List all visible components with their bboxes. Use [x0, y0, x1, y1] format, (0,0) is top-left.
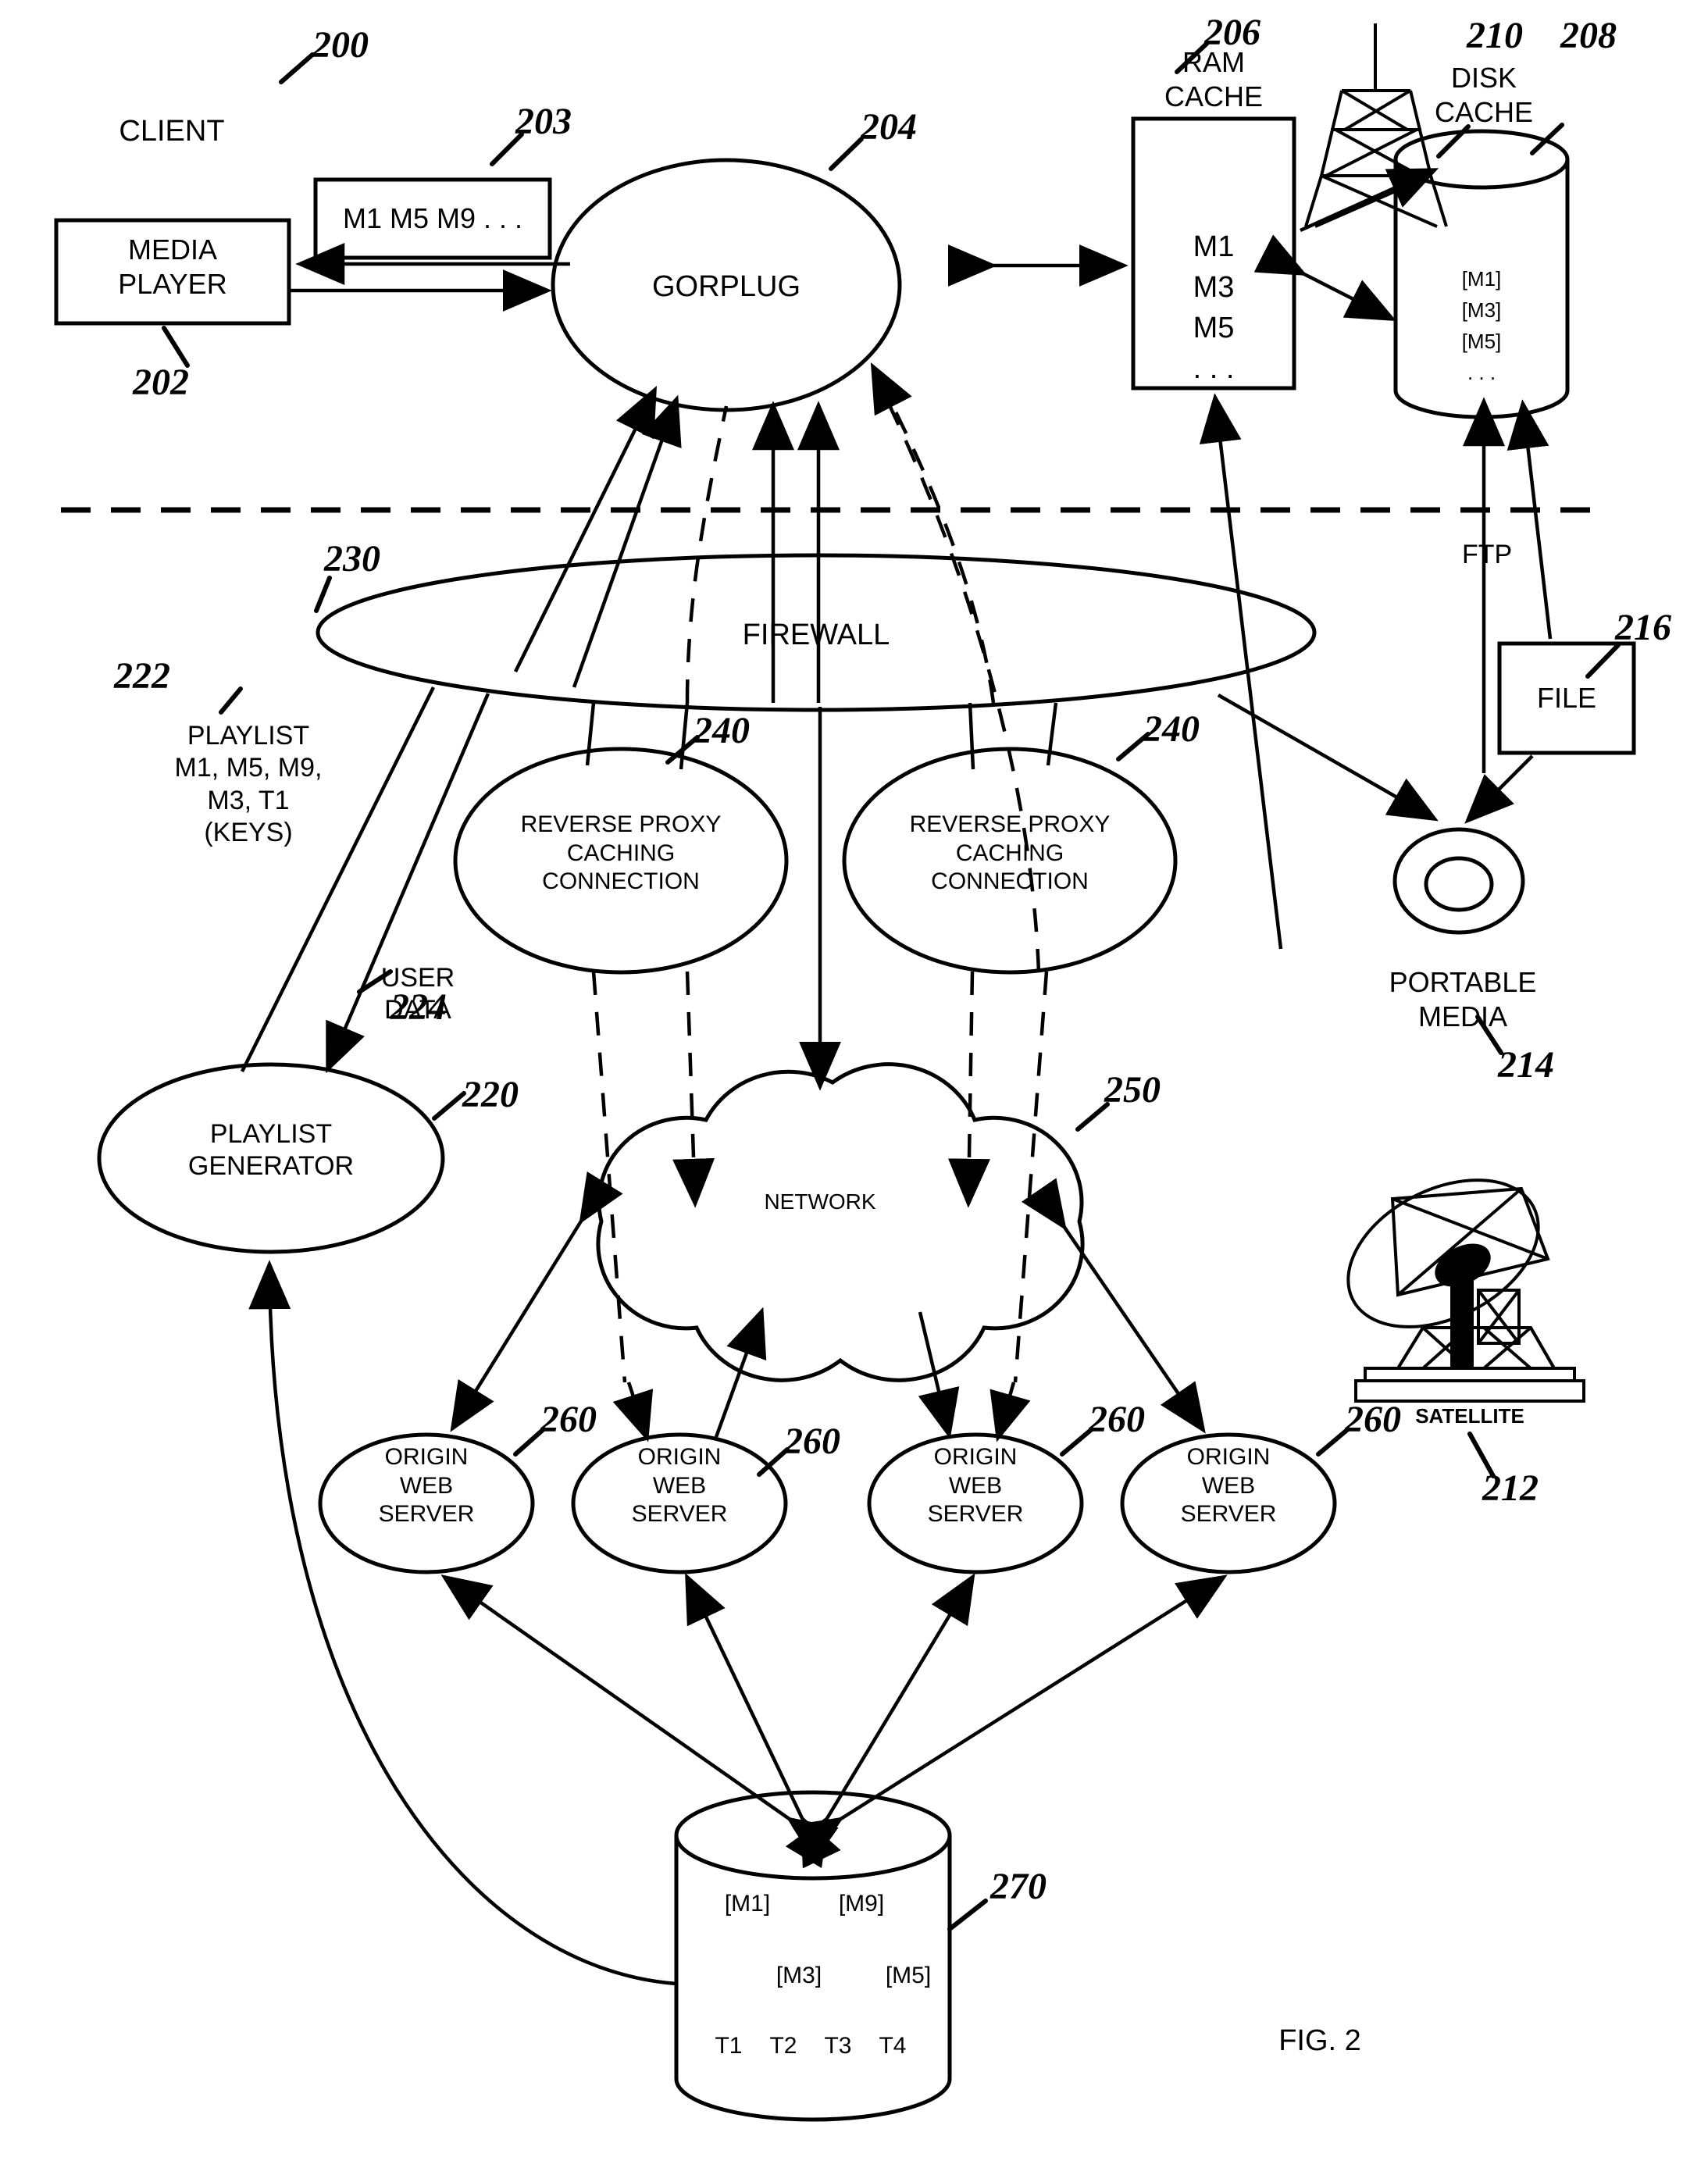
ram-cache-title: RAM CACHE [1164, 46, 1264, 112]
gorplug-label: GORPLUG [651, 270, 801, 303]
dashed-rp1-left [591, 971, 627, 1383]
leader-270 [947, 1899, 988, 1931]
arrow-db-to-playlistgenerator [248, 1260, 677, 1986]
media-player-label: MEDIA PLAYER [118, 234, 227, 300]
ram-cache-item-0: M1 [1193, 230, 1235, 263]
arrow-file-to-portablemedia [1464, 754, 1534, 824]
leader-202 [162, 326, 190, 368]
disk-cache-item-3: . . . [1467, 361, 1496, 384]
arrow-ramcache-diskcache [1253, 234, 1397, 322]
db-item-t2: T2 [769, 2033, 797, 2059]
refnum-260c: 260 [1089, 1399, 1145, 1440]
arrow-firewall-gorplug-1 [513, 385, 657, 672]
dashed-to-origin-3 [989, 1382, 1031, 1442]
figure-canvas: CLIENT 200 MEDIA PLAYER 202 M1 M5 M9 . .… [0, 0, 1708, 2168]
figure-caption: FIG. 2 [1278, 2024, 1361, 2057]
satellite-label: SATELLITE [1415, 1404, 1524, 1428]
ram-cache-item-2: M5 [1193, 312, 1235, 344]
line-firewall-rp2-b [1046, 702, 1058, 766]
origin-server-1-label: ORIGIN WEB SERVER [378, 1444, 475, 1528]
ram-cache-item-3: . . . [1193, 352, 1235, 385]
db-item-m3: [M3] [776, 1963, 822, 1988]
db-item-t1: T1 [715, 2033, 743, 2059]
db-item-m9: [M9] [838, 1891, 885, 1917]
arrow-firewall-to-portablemedia [1217, 694, 1439, 822]
refnum-214: 214 [1498, 1044, 1554, 1086]
ram-cache-item-1: M3 [1193, 271, 1235, 304]
portable-media-inner [1424, 856, 1494, 912]
leader-250 [1075, 1102, 1110, 1132]
origin-server-3-label: ORIGIN WEB SERVER [927, 1444, 1024, 1528]
refnum-204: 204 [861, 106, 917, 148]
database-top [674, 1790, 952, 1881]
network-label: NETWORK [764, 1189, 876, 1214]
network-cloud [596, 1062, 1085, 1382]
leader-220 [432, 1091, 466, 1121]
playlist-box-label: M1 M5 M9 . . . [342, 202, 523, 234]
db-item-t3: T3 [824, 2033, 852, 2059]
arrow-db-origin2 [685, 1572, 841, 1869]
line-firewall-rp1-a [585, 702, 596, 766]
refnum-206: 206 [1204, 12, 1260, 53]
refnum-212: 212 [1482, 1467, 1539, 1509]
refnum-220: 220 [462, 1074, 519, 1115]
diagram-vector-layer [54, 23, 1636, 2122]
refnum-240a: 240 [694, 710, 750, 751]
file-label: FILE [1536, 682, 1597, 714]
reverse-proxy-2-label: REVERSE PROXY CACHING CONNECTION [909, 811, 1111, 895]
refnum-260a: 260 [540, 1399, 597, 1440]
playlist-text: PLAYLIST M1, M5, M9, M3, T1 (KEYS) [174, 721, 323, 848]
origin-server-4-label: ORIGIN WEB SERVER [1180, 1444, 1277, 1528]
arrow-network-origin3 [918, 1311, 960, 1439]
reverse-proxy-1-label: REVERSE PROXY CACHING CONNECTION [520, 811, 722, 895]
firewall-label: FIREWALL [742, 619, 890, 651]
refnum-222: 222 [114, 655, 170, 697]
refnum-270: 270 [990, 1866, 1047, 1907]
refnum-208: 208 [1560, 15, 1617, 56]
dashed-rp2-left [947, 971, 990, 1208]
disk-cache-title: DISK CACHE [1434, 62, 1534, 128]
arrow-db-origin1 [440, 1574, 839, 1863]
disk-cache-item-2: [M5] [1461, 330, 1502, 353]
refnum-203: 203 [515, 101, 572, 142]
arrow-file-to-diskcache [1507, 399, 1553, 640]
origin-server-2-label: ORIGIN WEB SERVER [631, 1444, 728, 1528]
dashed-rp1-right [672, 971, 715, 1208]
db-item-t4: T4 [879, 2033, 907, 2059]
arrow-db-origin4 [791, 1574, 1228, 1861]
arrow-firewall-gorplug-2 [572, 394, 682, 688]
refnum-240b: 240 [1143, 708, 1200, 750]
leader-222 [219, 686, 243, 715]
refnum-260b: 260 [784, 1421, 840, 1462]
satellite-icon [1346, 1178, 1585, 1403]
leader-204 [829, 137, 864, 171]
disk-cache-item-0: [M1] [1461, 267, 1502, 291]
dashed-to-origin-2 [612, 1382, 654, 1442]
dashed-arrow-gorplug-1 [685, 405, 729, 704]
playlist-generator-label: PLAYLIST GENERATOR [187, 1119, 355, 1182]
refnum-200: 200 [312, 24, 369, 66]
leader-230 [314, 576, 332, 613]
refnum-230: 230 [324, 538, 380, 579]
portable-media-label: PORTABLE MEDIA [1389, 966, 1537, 1032]
refnum-250: 250 [1104, 1069, 1161, 1111]
refnum-202: 202 [133, 362, 189, 403]
refnum-216: 216 [1615, 607, 1671, 648]
client-label: CLIENT [119, 115, 225, 148]
ftp-label: FTP [1462, 540, 1513, 569]
disk-cache-item-1: [M3] [1461, 298, 1502, 322]
portable-media-outer [1392, 827, 1525, 935]
arrow-firewall-to-ramcache [1199, 393, 1283, 950]
leader-200 [279, 52, 315, 84]
line-firewall-rp2-a [968, 702, 975, 770]
refnum-210: 210 [1467, 15, 1523, 56]
arrow-network-origin1 [450, 1171, 623, 1432]
refnum-224: 224 [390, 986, 447, 1028]
leader-216 [1585, 643, 1621, 679]
db-item-m5: [M5] [885, 1963, 932, 1988]
db-item-m1: [M1] [724, 1891, 771, 1917]
